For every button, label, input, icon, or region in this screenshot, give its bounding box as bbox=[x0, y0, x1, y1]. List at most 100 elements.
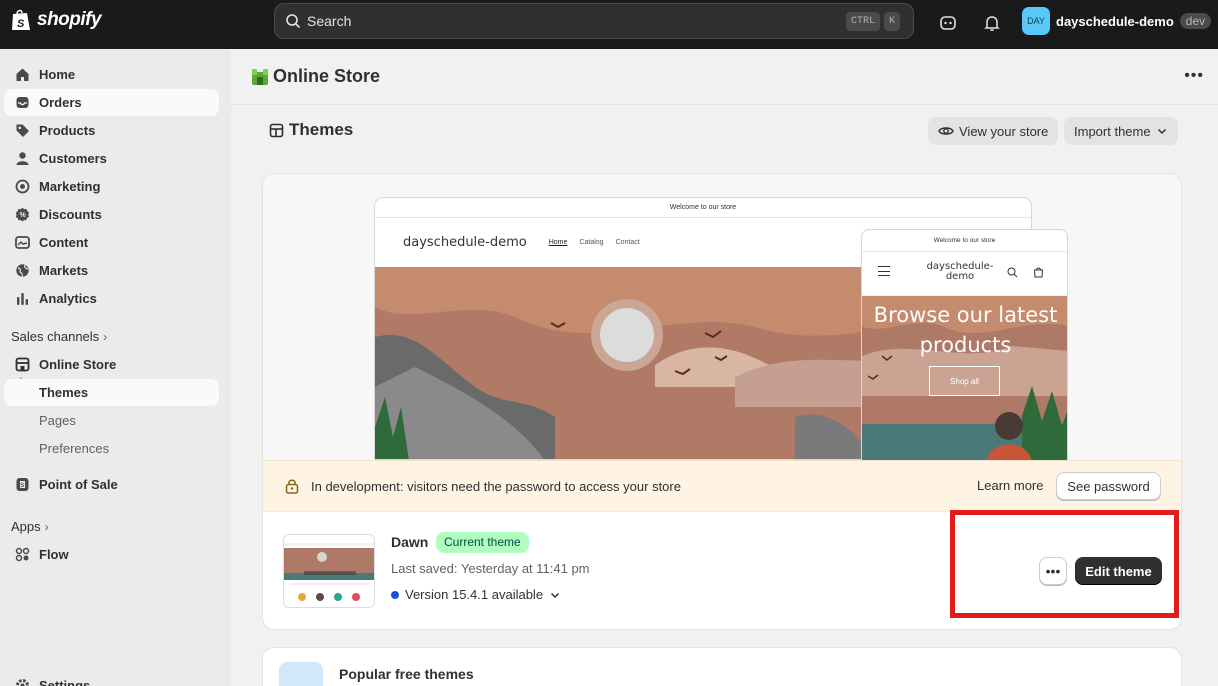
more-actions-icon[interactable]: ••• bbox=[1184, 67, 1204, 85]
mobile-brand: dayschedule-demo bbox=[926, 261, 994, 282]
version-dot-icon bbox=[391, 590, 399, 599]
popular-themes-card: Popular free themes bbox=[262, 647, 1182, 686]
sidebar-item-products[interactable]: Products bbox=[4, 117, 219, 144]
shopify-bag-icon: S bbox=[12, 9, 30, 30]
sidebar-item-online-store[interactable]: Online Store bbox=[4, 351, 219, 378]
view-store-label: View your store bbox=[959, 123, 1049, 139]
sidebar-item-analytics[interactable]: Analytics bbox=[4, 285, 219, 312]
view-store-button[interactable]: View your store bbox=[928, 117, 1059, 145]
current-theme-badge: Current theme bbox=[436, 532, 529, 553]
sidebar-item-settings[interactable]: Settings bbox=[4, 672, 219, 686]
person-icon bbox=[14, 151, 30, 167]
sidebar-item-label: Discounts bbox=[39, 207, 102, 222]
avatar: DAY bbox=[1022, 7, 1050, 35]
section-title: Themes bbox=[269, 120, 353, 140]
bar-chart-icon bbox=[14, 291, 30, 307]
storefront-icon bbox=[14, 357, 30, 373]
sidebar-item-label: Markets bbox=[39, 263, 89, 278]
bell-icon[interactable] bbox=[981, 12, 1003, 34]
desktop-brand: dayschedule-demo bbox=[403, 235, 527, 250]
version-label: Version 15.4.1 available bbox=[405, 587, 544, 602]
sidebar-item-label: Products bbox=[39, 123, 96, 138]
themes-heading: Themes bbox=[289, 120, 354, 139]
tag-icon bbox=[14, 123, 30, 139]
import-theme-button[interactable]: Import theme bbox=[1064, 117, 1178, 145]
see-password-button[interactable]: See password bbox=[1056, 472, 1161, 500]
desktop-link-contact: Contact bbox=[615, 239, 640, 246]
apps-header[interactable]: Apps › bbox=[11, 519, 49, 534]
sidebar-item-label: Pages bbox=[39, 413, 76, 428]
version-dropdown[interactable]: Version 15.4.1 available bbox=[391, 587, 561, 602]
store-name: dayschedule-demo bbox=[1056, 13, 1174, 29]
sidebar-item-pages[interactable]: Pages bbox=[4, 407, 219, 434]
discount-icon: % bbox=[14, 207, 30, 223]
apps-label: Apps bbox=[11, 519, 41, 534]
sidebar-item-orders[interactable]: Orders bbox=[4, 89, 219, 116]
mobile-preview: Welcome to our store dayschedule-demo Br… bbox=[861, 229, 1068, 461]
sidebar-item-label: Analytics bbox=[39, 291, 97, 306]
sales-channels-header[interactable]: Sales channels › bbox=[11, 329, 107, 344]
account-menu[interactable]: DAY dayschedule-demo dev bbox=[1022, 7, 1212, 35]
desktop-link-catalog: Catalog bbox=[579, 239, 604, 246]
sidebar-item-label: Flow bbox=[39, 547, 69, 562]
theme-icon bbox=[269, 123, 284, 137]
page-title: Online Store bbox=[273, 66, 381, 86]
svg-text:S: S bbox=[17, 18, 25, 30]
mobile-nav: dayschedule-demo bbox=[862, 252, 1067, 296]
sidebar-item-preferences[interactable]: Preferences bbox=[4, 435, 219, 462]
last-saved-text: Last saved: Yesterday at 11:41 pm bbox=[391, 561, 590, 576]
shop-all-button: Shop all bbox=[929, 366, 1000, 396]
sidebar-item-home[interactable]: Home bbox=[4, 61, 219, 88]
search-placeholder: Search bbox=[307, 13, 352, 29]
globe-icon bbox=[14, 263, 30, 279]
home-icon bbox=[14, 67, 30, 83]
mobile-hero-text: Browse our latest products bbox=[873, 303, 1058, 357]
search-icon bbox=[286, 14, 301, 29]
sidebar-item-label: Settings bbox=[39, 678, 91, 686]
search-input[interactable]: Search CTRL K bbox=[274, 3, 914, 39]
brand-name: shopify bbox=[37, 9, 102, 30]
sidebar-item-marketing[interactable]: Marketing bbox=[4, 173, 219, 200]
hamburger-icon bbox=[878, 266, 890, 276]
sidebar: Home Orders Products Customers Marketing… bbox=[0, 49, 231, 686]
inbox-icon bbox=[14, 95, 30, 111]
target-icon bbox=[14, 179, 30, 195]
dev-banner-text: In development: visitors need the passwo… bbox=[311, 478, 681, 494]
sidebar-item-label: Themes bbox=[39, 385, 89, 400]
gear-icon bbox=[14, 678, 30, 686]
theme-preview[interactable]: Welcome to our store dayschedule-demo Ho… bbox=[263, 174, 1181, 461]
sidebar-item-markets[interactable]: Markets bbox=[4, 257, 219, 284]
shortcut-k: K bbox=[884, 12, 901, 31]
svg-text:S: S bbox=[20, 483, 24, 489]
learn-more-link[interactable]: Learn more bbox=[977, 478, 1043, 493]
sales-channels-label: Sales channels bbox=[11, 329, 100, 344]
theme-name: Dawn bbox=[391, 534, 429, 550]
sidebar-item-customers[interactable]: Customers bbox=[4, 145, 219, 172]
sidekick-icon[interactable] bbox=[937, 12, 959, 34]
theme-thumbnail bbox=[283, 534, 375, 608]
chevron-right-icon: › bbox=[103, 329, 108, 344]
shopify-logo[interactable]: S shopify bbox=[10, 8, 102, 32]
shortcut-ctrl: CTRL bbox=[846, 12, 881, 31]
env-badge: dev bbox=[1179, 13, 1212, 29]
pos-icon: S bbox=[14, 477, 30, 493]
sidebar-item-themes[interactable]: Themes bbox=[4, 379, 219, 406]
svg-text:%: % bbox=[19, 212, 26, 219]
sidebar-item-point-of-sale[interactable]: S Point of Sale bbox=[4, 471, 219, 498]
popular-themes-title: Popular free themes bbox=[339, 666, 474, 682]
sidebar-item-discounts[interactable]: % Discounts bbox=[4, 201, 219, 228]
import-theme-label: Import theme bbox=[1074, 123, 1151, 139]
mobile-announcement: Welcome to our store bbox=[862, 230, 1067, 252]
chevron-down-icon bbox=[1157, 128, 1166, 135]
sidebar-item-label: Preferences bbox=[39, 441, 110, 456]
sidebar-item-flow[interactable]: Flow bbox=[4, 541, 219, 568]
chevron-right-icon: › bbox=[44, 519, 49, 534]
sidebar-item-label: Customers bbox=[39, 151, 107, 166]
flow-icon bbox=[14, 547, 30, 563]
eye-icon bbox=[938, 127, 954, 135]
store-icon bbox=[252, 68, 268, 85]
sidebar-item-content[interactable]: Content bbox=[4, 229, 219, 256]
cart-icon bbox=[1033, 267, 1044, 278]
sidebar-item-label: Home bbox=[39, 67, 76, 82]
sidebar-item-label: Online Store bbox=[39, 357, 117, 372]
